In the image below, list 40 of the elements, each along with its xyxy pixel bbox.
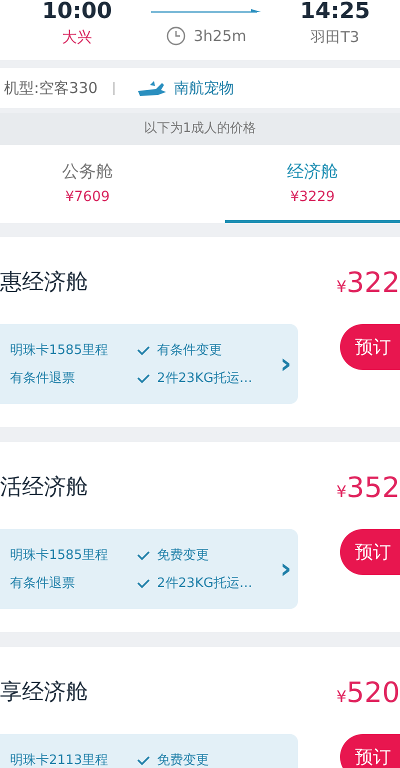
fare-name: 享经济舱 xyxy=(0,679,88,707)
book-button[interactable]: 预订 xyxy=(340,529,400,575)
aircraft-type: 机型:空客330 xyxy=(4,78,98,98)
perk-text: 有条件退票 xyxy=(10,575,76,592)
price-note: 以下为1成人的价格 xyxy=(0,113,400,145)
perk-text: 明珠卡2113里程 xyxy=(10,752,110,768)
fare-price: ¥352 xyxy=(336,470,400,504)
fare-price: ¥322 xyxy=(336,266,400,298)
departure-time: 10:00 xyxy=(42,0,112,24)
flight-arrow-icon xyxy=(151,6,261,14)
check-icon xyxy=(136,344,151,356)
perk-text: 2件23KG托运… xyxy=(157,575,252,592)
clock-icon xyxy=(166,26,186,46)
plane-icon xyxy=(136,79,166,97)
arrival-time: 14:25 xyxy=(300,0,370,24)
perk-text: 有条件变更 xyxy=(157,342,222,359)
check-icon xyxy=(136,549,151,561)
fare-name: 活经济舱 xyxy=(0,474,88,502)
perk-text: 明珠卡1585里程 xyxy=(10,547,110,564)
fare-name: 惠经济舱 xyxy=(0,269,88,297)
departure-airport: 大兴 xyxy=(62,27,92,48)
check-icon xyxy=(136,754,151,766)
book-button[interactable]: 预订 xyxy=(340,324,400,370)
separator: | xyxy=(112,80,116,96)
chevron-icon: › xyxy=(280,555,292,583)
arrival-airport: 羽田T3 xyxy=(310,27,360,48)
pet-service-link[interactable]: 南航宠物 xyxy=(174,78,234,98)
perk-text: 免费变更 xyxy=(157,547,209,564)
fare-price: ¥520 xyxy=(336,676,400,708)
book-button[interactable]: 预订 xyxy=(340,734,400,768)
chevron-icon: › xyxy=(280,350,292,378)
flight-duration: 3h25m xyxy=(194,27,246,45)
perk-text: 2件23KG托运… xyxy=(157,370,252,387)
cabin-tab[interactable]: 公务舱 ¥7609 xyxy=(0,145,225,223)
perk-text: 明珠卡1585里程 xyxy=(10,342,110,359)
check-icon xyxy=(136,372,151,384)
check-icon xyxy=(136,577,151,589)
cabin-tab[interactable]: 经济舱 ¥3229 xyxy=(225,145,400,223)
perk-text: 有条件退票 xyxy=(10,370,76,387)
perk-text: 免费变更 xyxy=(157,752,209,768)
